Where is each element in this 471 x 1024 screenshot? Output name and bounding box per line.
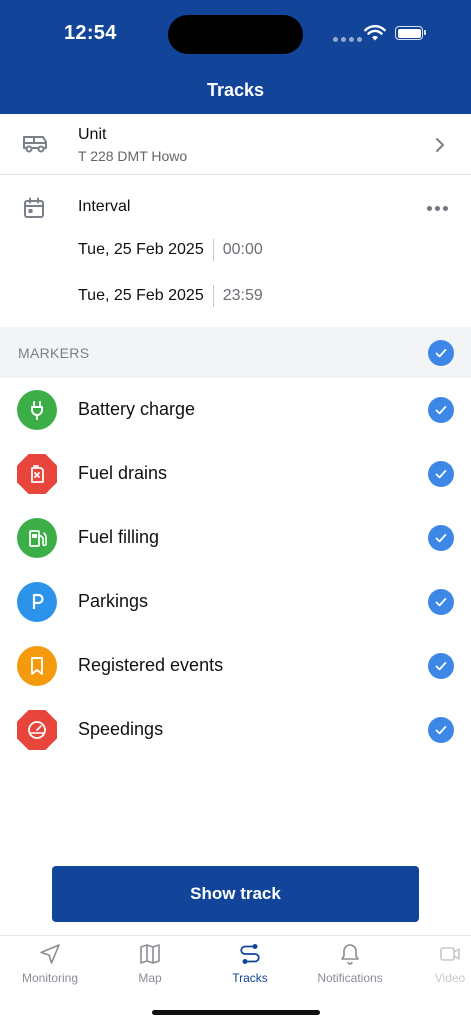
bell-icon [341,944,359,965]
from-time[interactable]: 00:00 [214,239,263,261]
tab-label: Notifications [317,971,383,985]
tab-monitoring[interactable]: Monitoring [0,942,100,985]
checkmark-icon [435,469,447,479]
interval-to: Tue, 25 Feb 2025 23:59 [78,285,263,307]
status-time: 12:54 [64,22,117,44]
marker-checkbox[interactable] [428,525,454,551]
show-track-button[interactable]: Show track [52,866,419,922]
checkmark-icon [435,348,447,358]
bookmark-icon [17,646,57,686]
unit-label: Unit [78,126,107,143]
checkmark-icon [435,725,447,735]
tab-tracks[interactable]: Tracks [200,942,300,985]
tab-label: Video [434,971,466,985]
page-title: Tracks [206,80,265,100]
checkmark-icon [435,597,447,607]
navigation-arrow-icon [40,944,60,964]
fuel-pump-icon [17,518,57,558]
unit-value: T 228 DMT Howo [78,148,188,164]
marker-checkbox[interactable] [428,461,454,487]
tab-label: Monitoring [21,971,79,985]
to-time[interactable]: 23:59 [214,285,263,307]
tab-label: Map [138,971,162,985]
marker-checkbox[interactable] [428,397,454,423]
parking-icon [17,582,57,622]
interval-section: Interval Tue, 25 Feb 2025 00:00 Tue, 25 … [0,175,471,327]
map-icon [140,944,160,964]
marker-row-battery-charge[interactable]: Battery charge [0,378,471,442]
cellular-signal-icon [333,37,362,42]
calendar-icon [24,197,44,218]
marker-label: Fuel filling [78,527,160,547]
wifi-icon [364,25,386,41]
more-options-icon[interactable] [427,206,448,211]
marker-row-speedings[interactable]: Speedings [0,698,471,762]
marker-checkbox[interactable] [428,589,454,615]
home-indicator [152,1010,320,1015]
route-icon [240,944,260,964]
marker-checkbox[interactable] [428,653,454,679]
marker-label: Registered events [78,655,224,675]
interval-label: Interval [78,198,131,215]
marker-checkbox[interactable] [428,717,454,743]
marker-label: Battery charge [78,399,196,419]
tab-video[interactable]: Video [400,942,471,985]
unit-selector[interactable]: Unit T 228 DMT Howo [0,114,471,175]
chevron-right-icon [436,138,444,152]
tab-map[interactable]: Map [100,942,200,985]
marker-row-registered-events[interactable]: Registered events [0,634,471,698]
markers-header: MARKERS [0,327,471,378]
marker-row-parkings[interactable]: Parkings [0,570,471,634]
video-icon [440,947,460,961]
checkmark-icon [435,661,447,671]
dynamic-island [168,15,303,54]
app-header: 12:54 Tracks [0,0,471,114]
tab-notifications[interactable]: Notifications [300,942,400,985]
battery-icon [395,26,426,40]
marker-row-fuel-drains[interactable]: Fuel drains [0,442,471,506]
marker-label: Parkings [78,591,149,611]
interval-from: Tue, 25 Feb 2025 00:00 [78,239,263,261]
checkmark-icon [435,405,447,415]
truck-icon [23,136,47,153]
marker-label: Speedings [78,719,164,739]
tab-label: Tracks [232,971,268,985]
select-all-checkbox[interactable] [428,340,454,366]
from-date[interactable]: Tue, 25 Feb 2025 [78,239,214,261]
fuel-drain-icon [17,454,57,494]
marker-label: Fuel drains [78,463,168,483]
to-date[interactable]: Tue, 25 Feb 2025 [78,285,214,307]
speedometer-icon [17,710,57,750]
markers-title: MARKERS [18,345,90,361]
plug-icon [17,390,57,430]
marker-row-fuel-filling[interactable]: Fuel filling [0,506,471,570]
checkmark-icon [435,533,447,543]
